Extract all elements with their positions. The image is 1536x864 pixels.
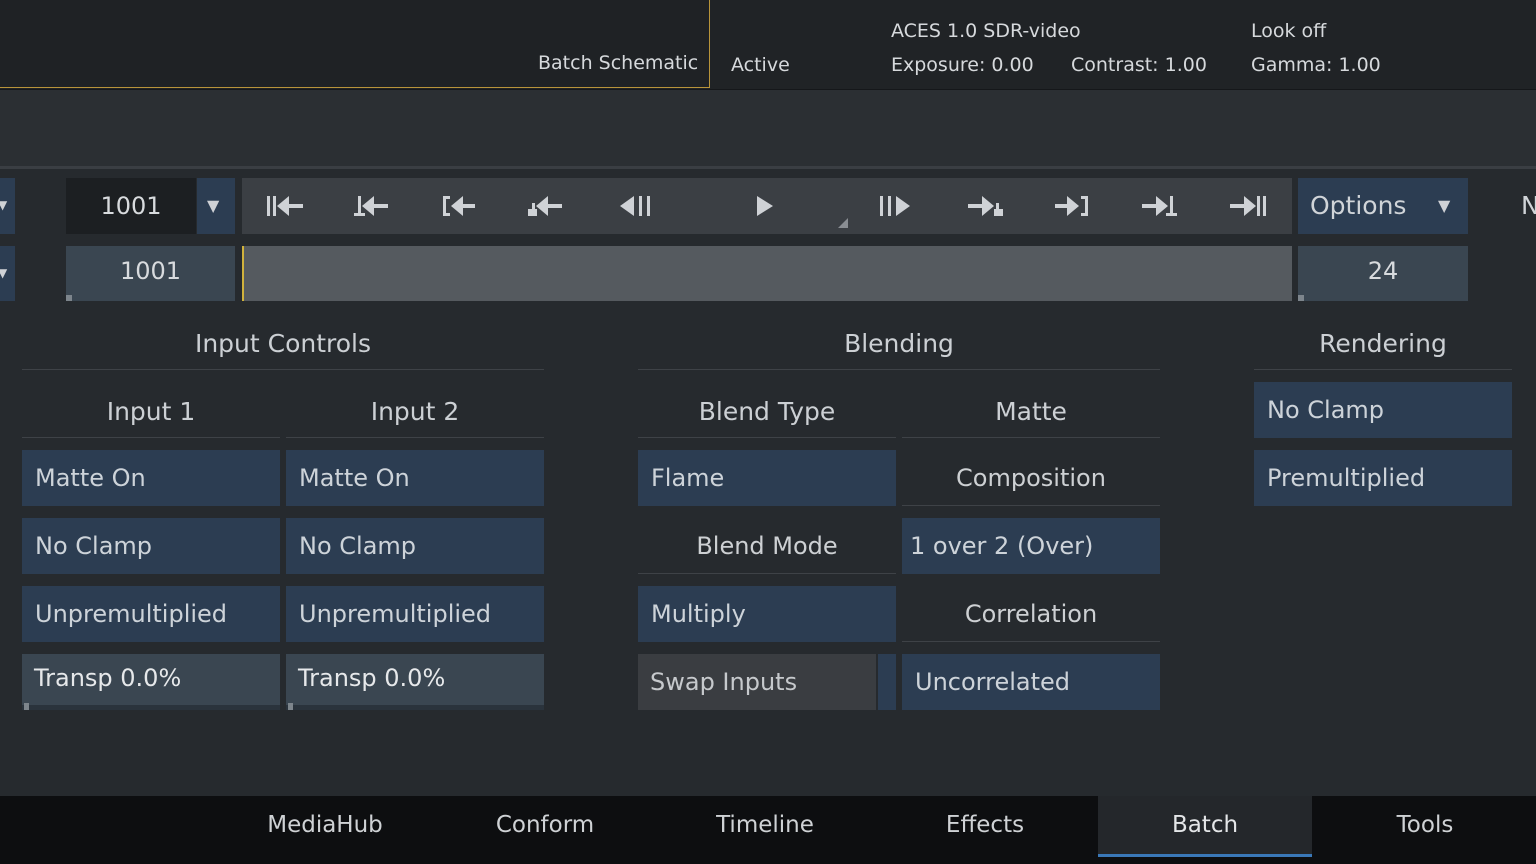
look-readout: Look off (1251, 20, 1327, 42)
input2-clamp-button[interactable]: No Clamp (286, 518, 544, 574)
frame-dropdown-button[interactable]: ▼ (197, 178, 235, 234)
swap-inputs-toggle[interactable] (878, 654, 896, 710)
tab-tools[interactable]: Tools (1315, 796, 1535, 854)
timeline-scrubber[interactable] (242, 246, 1292, 301)
viewer-toolbar-area (0, 90, 1536, 169)
input2-premult-button[interactable]: Unpremultiplied (286, 586, 544, 642)
left-edge-dropdown[interactable]: ▼ (0, 178, 15, 234)
composition-label: Composition (902, 450, 1160, 506)
input1-clamp-button[interactable]: No Clamp (22, 518, 280, 574)
viewer-state: Active (731, 54, 790, 76)
gamma-readout: Gamma: 1.00 (1251, 54, 1381, 76)
next-edit-button[interactable] (948, 178, 1020, 234)
colour-space-label: ACES 1.0 SDR-video (891, 20, 1081, 42)
left-edge-dropdown-2[interactable]: ▼ (0, 246, 15, 301)
tab-effects[interactable]: Effects (875, 796, 1095, 854)
rendering-clamp-button[interactable]: No Clamp (1254, 382, 1512, 438)
options-dropdown[interactable]: Options ▼ (1298, 178, 1468, 234)
next-edit-icon (968, 196, 1003, 216)
matte-label: Matte (995, 397, 1067, 426)
step-forward-icon (880, 196, 910, 216)
chevron-down-icon: ▼ (0, 198, 8, 212)
input2-title: Input 2 (370, 397, 460, 426)
tab-conform[interactable]: Conform (435, 796, 655, 854)
step-forward-button[interactable] (858, 178, 930, 234)
out-point-icon (1055, 196, 1088, 216)
input1-premult-button[interactable]: Unpremultiplied (22, 586, 280, 642)
divider (22, 369, 544, 370)
chevron-down-icon: ▼ (207, 196, 220, 215)
swap-inputs-button[interactable]: Swap Inputs (638, 654, 876, 710)
divider (638, 369, 1160, 370)
slider-handle[interactable] (24, 703, 29, 710)
correlation-label: Correlation (902, 586, 1160, 642)
previous-keyframe-icon (354, 196, 388, 216)
start-frame-value: 1001 (119, 257, 182, 285)
fps-field[interactable]: 24 (1298, 246, 1468, 301)
in-point-icon (443, 196, 475, 216)
previous-keyframe-button[interactable] (338, 178, 410, 234)
input2-transparency-label: Transp 0.0% (298, 664, 446, 692)
input1-title: Input 1 (106, 397, 196, 426)
go-to-start-button[interactable] (249, 178, 321, 234)
play-button[interactable] (729, 178, 801, 234)
correlation-button[interactable]: Uncorrelated (902, 654, 1160, 710)
divider (902, 437, 1160, 438)
rendering-premult-button[interactable]: Premultiplied (1254, 450, 1512, 506)
blend-mode-label: Blend Mode (638, 518, 896, 574)
input-controls-title: Input Controls (194, 329, 372, 358)
input2-transparency-slider[interactable]: Transp 0.0% (286, 654, 544, 710)
divider (22, 437, 280, 438)
input1-transparency-slider[interactable]: Transp 0.0% (22, 654, 280, 710)
slider-track (22, 705, 280, 710)
go-to-start-icon (267, 196, 303, 216)
chevron-down-icon: ▼ (0, 266, 8, 280)
next-keyframe-icon (1142, 196, 1177, 216)
rendering-title: Rendering (1319, 329, 1447, 358)
current-frame-field[interactable]: 1001 (66, 178, 196, 234)
play-options-corner-icon[interactable] (838, 218, 848, 228)
start-frame-indicator (66, 295, 72, 301)
blend-mode-button[interactable]: Multiply (638, 586, 896, 642)
contrast-readout: Contrast: 1.00 (1071, 54, 1207, 76)
schematic-label[interactable]: Batch Schematic (538, 52, 698, 74)
step-back-icon (620, 196, 650, 216)
go-to-end-icon (1230, 196, 1266, 216)
go-to-in-point-button[interactable] (425, 178, 497, 234)
previous-edit-icon (528, 196, 562, 216)
blend-type-label: Blend Type (698, 397, 836, 426)
composition-button[interactable]: 1 over 2 (Over) (902, 518, 1160, 574)
exposure-readout: Exposure: 0.00 (891, 54, 1034, 76)
slider-handle[interactable] (288, 703, 293, 710)
input1-matte-button[interactable]: Matte On (22, 450, 280, 506)
go-to-out-point-button[interactable] (1035, 178, 1107, 234)
previous-edit-button[interactable] (512, 178, 584, 234)
next-keyframe-button[interactable] (1122, 178, 1194, 234)
chevron-down-icon: ▼ (1438, 196, 1451, 215)
tab-batch[interactable]: Batch (1098, 796, 1312, 857)
step-back-button[interactable] (602, 178, 674, 234)
input1-transparency-label: Transp 0.0% (34, 664, 182, 692)
go-to-end-button[interactable] (1212, 178, 1284, 234)
start-frame-field[interactable]: 1001 (66, 246, 235, 301)
fps-indicator (1298, 295, 1304, 301)
divider (286, 437, 544, 438)
input2-matte-button[interactable]: Matte On (286, 450, 544, 506)
slider-track (286, 705, 544, 710)
divider (1254, 369, 1512, 370)
tab-timeline[interactable]: Timeline (655, 796, 875, 854)
right-edge-label: N (1521, 191, 1536, 220)
blending-title: Blending (844, 329, 954, 358)
play-icon (757, 196, 773, 216)
divider (638, 437, 896, 438)
schematic-view-tab[interactable] (0, 0, 710, 88)
options-label: Options (1310, 191, 1407, 220)
tab-mediahub[interactable]: MediaHub (215, 796, 435, 854)
fps-value: 24 (1367, 257, 1399, 285)
playhead[interactable] (242, 246, 244, 301)
blend-type-button[interactable]: Flame (638, 450, 896, 506)
